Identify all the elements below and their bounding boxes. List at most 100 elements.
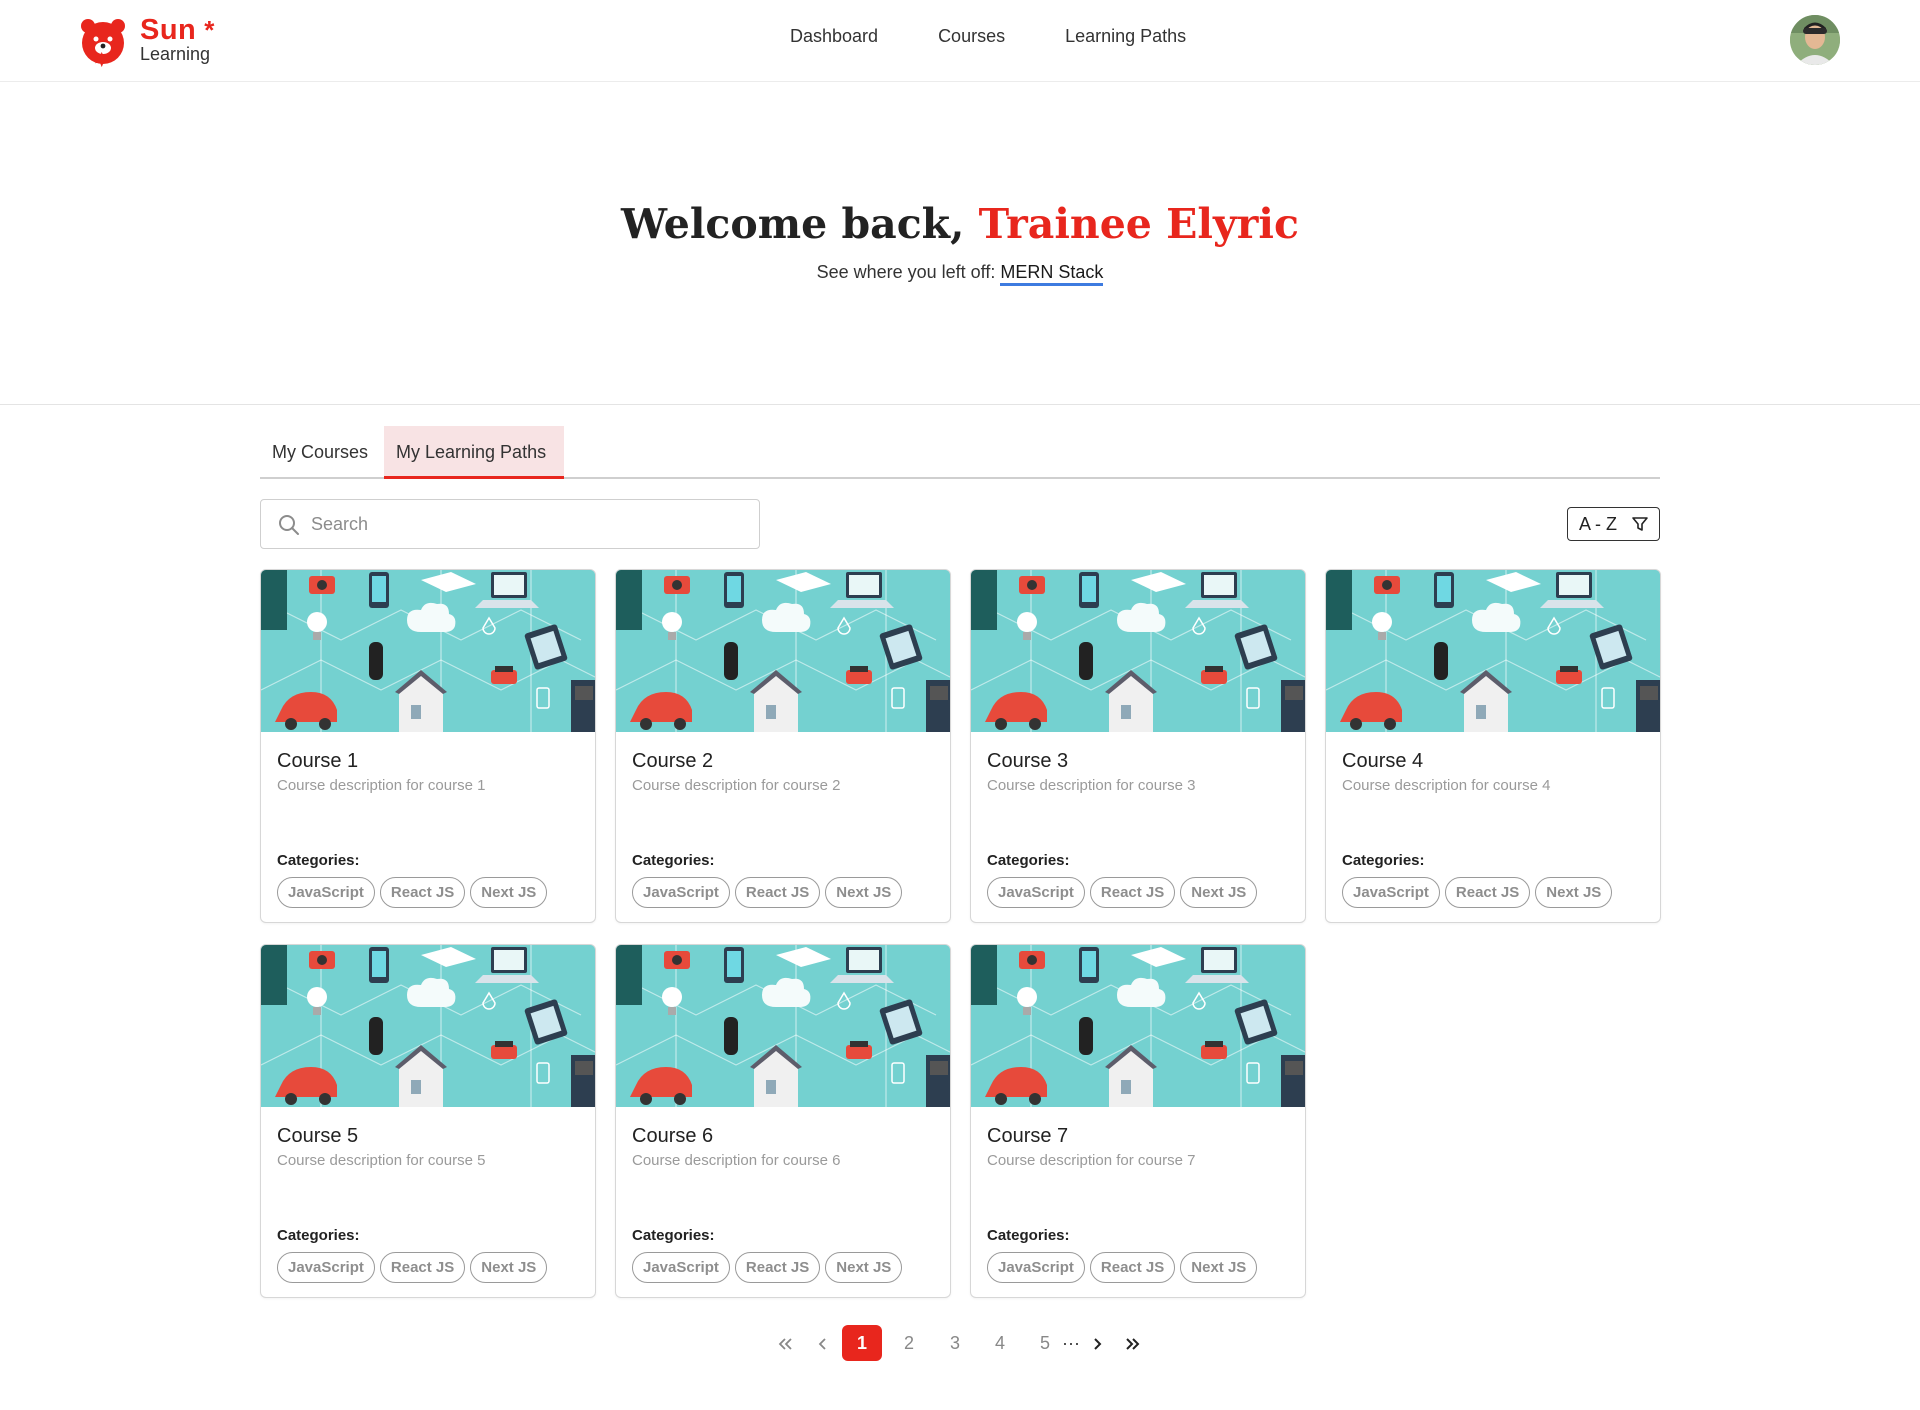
category-tag[interactable]: React JS	[734, 1252, 821, 1283]
course-image	[1326, 570, 1660, 732]
categories-label: Categories:	[1342, 852, 1425, 869]
category-tags: JavaScript React JS Next JS	[987, 877, 1258, 908]
course-image	[971, 945, 1305, 1107]
category-tag[interactable]: Next JS	[1180, 877, 1258, 908]
category-tag[interactable]: React JS	[1444, 877, 1531, 908]
page-3[interactable]: 3	[940, 1325, 970, 1361]
course-description: Course description for course 7	[987, 1152, 1196, 1169]
welcome-heading: Welcome back, Trainee Elyric	[621, 200, 1299, 248]
course-thumbnail	[261, 945, 595, 1107]
course-card[interactable]: Course 6 Course description for course 6 C…	[615, 944, 951, 1298]
category-tag[interactable]: React JS	[379, 1252, 466, 1283]
course-title: Course 5	[277, 1125, 359, 1147]
category-tag[interactable]: React JS	[1089, 1252, 1176, 1283]
tab-my-courses[interactable]: My Courses	[260, 426, 384, 479]
next-page-button[interactable]	[1084, 1325, 1110, 1361]
category-tag[interactable]: JavaScript	[987, 877, 1085, 908]
course-thumbnail	[616, 570, 950, 732]
category-tag[interactable]: JavaScript	[632, 877, 730, 908]
tab-my-learning-paths[interactable]: My Learning Paths	[384, 426, 564, 479]
category-tag[interactable]: React JS	[734, 877, 821, 908]
prev-page-button[interactable]	[808, 1325, 838, 1361]
course-title: Course 6	[632, 1125, 714, 1147]
category-tags: JavaScript React JS Next JS	[632, 1252, 903, 1283]
course-card[interactable]: Course 7 Course description for course 7 C…	[970, 944, 1306, 1298]
search-box	[260, 499, 760, 549]
category-tag[interactable]: JavaScript	[277, 1252, 375, 1283]
category-tag[interactable]: JavaScript	[987, 1252, 1085, 1283]
categories-label: Categories:	[277, 852, 360, 869]
page-2[interactable]: 2	[894, 1325, 924, 1361]
course-description: Course description for course 6	[632, 1152, 841, 1169]
avatar-photo	[1790, 15, 1840, 65]
nav-learning-paths[interactable]: Learning Paths	[1065, 26, 1186, 47]
categories-label: Categories:	[987, 852, 1070, 869]
course-thumbnail	[261, 570, 595, 732]
course-card[interactable]: Course 1 Course description for course 1 C…	[260, 569, 596, 923]
top-header: Sun * Learning Dashboard Courses Learning…	[0, 0, 1920, 82]
pagination-ellipsis: ···	[1062, 1333, 1080, 1353]
categories-label: Categories:	[632, 1227, 715, 1244]
welcome-hero: Welcome back, Trainee Elyric See where y…	[0, 82, 1920, 405]
category-tags: JavaScript React JS Next JS	[277, 877, 548, 908]
course-thumbnail	[971, 945, 1305, 1107]
category-tag[interactable]: Next JS	[470, 1252, 548, 1283]
brand-logo[interactable]: Sun * Learning	[78, 14, 238, 68]
category-tag[interactable]: React JS	[1089, 877, 1176, 908]
double-chevron-right-icon	[1126, 1338, 1140, 1350]
category-tag[interactable]: Next JS	[825, 877, 903, 908]
category-tag[interactable]: JavaScript	[1342, 877, 1440, 908]
course-card[interactable]: Course 3 Course description for course 3 C…	[970, 569, 1306, 923]
category-tag[interactable]: Next JS	[825, 1252, 903, 1283]
chevron-left-icon	[818, 1338, 826, 1350]
brand-name: Sun *	[140, 14, 215, 46]
bear-logo-icon	[81, 19, 125, 68]
pagination: 1 2 3 4 5 ···	[770, 1325, 1150, 1361]
categories-label: Categories:	[632, 852, 715, 869]
brand-subtitle: Learning	[140, 44, 211, 64]
course-card[interactable]: Course 2 Course description for course 2 C…	[615, 569, 951, 923]
course-image	[261, 945, 595, 1107]
course-thumbnail	[616, 945, 950, 1107]
nav-dashboard[interactable]: Dashboard	[790, 26, 878, 47]
main-nav: Dashboard Courses Learning Paths	[790, 26, 1246, 47]
category-tag[interactable]: Next JS	[1180, 1252, 1258, 1283]
resume-link[interactable]: MERN Stack	[1000, 262, 1104, 286]
course-title: Course 4	[1342, 750, 1424, 772]
nav-courses[interactable]: Courses	[938, 26, 1005, 47]
course-thumbnail	[971, 570, 1305, 732]
user-avatar[interactable]	[1790, 15, 1840, 65]
sort-label: A - Z	[1579, 514, 1618, 534]
last-page-button[interactable]	[1118, 1325, 1148, 1361]
course-image	[971, 570, 1305, 732]
search-input[interactable]	[311, 500, 741, 548]
first-page-button[interactable]	[770, 1325, 800, 1361]
course-image	[616, 945, 950, 1107]
course-title: Course 3	[987, 750, 1069, 772]
category-tag[interactable]: JavaScript	[277, 877, 375, 908]
category-tag[interactable]: React JS	[379, 877, 466, 908]
trainee-name: Trainee Elyric	[978, 200, 1299, 248]
category-tags: JavaScript React JS Next JS	[632, 877, 903, 908]
page-5[interactable]: 5	[1030, 1325, 1060, 1361]
course-image	[261, 570, 595, 732]
course-title: Course 7	[987, 1125, 1069, 1147]
search-icon	[279, 515, 299, 535]
course-title: Course 1	[277, 750, 359, 772]
course-description: Course description for course 5	[277, 1152, 486, 1169]
category-tags: JavaScript React JS Next JS	[1342, 877, 1613, 908]
course-grid: Course 1 Course description for course 1 C…	[260, 569, 1661, 1299]
category-tag[interactable]: Next JS	[1535, 877, 1613, 908]
resume-line: See where you left off: MERN Stack	[0, 262, 1920, 286]
course-card[interactable]: Course 4 Course description for course 4 C…	[1325, 569, 1661, 923]
course-description: Course description for course 1	[277, 777, 486, 794]
course-card[interactable]: Course 5 Course description for course 5 C…	[260, 944, 596, 1298]
category-tag[interactable]: Next JS	[470, 877, 548, 908]
course-tabs: My Courses My Learning Paths	[260, 426, 1660, 479]
page-4[interactable]: 4	[985, 1325, 1015, 1361]
sort-button[interactable]: A - Z	[1567, 507, 1660, 541]
categories-label: Categories:	[277, 1227, 360, 1244]
chevron-right-icon	[1094, 1338, 1102, 1350]
page-1[interactable]: 1	[842, 1325, 882, 1361]
category-tag[interactable]: JavaScript	[632, 1252, 730, 1283]
